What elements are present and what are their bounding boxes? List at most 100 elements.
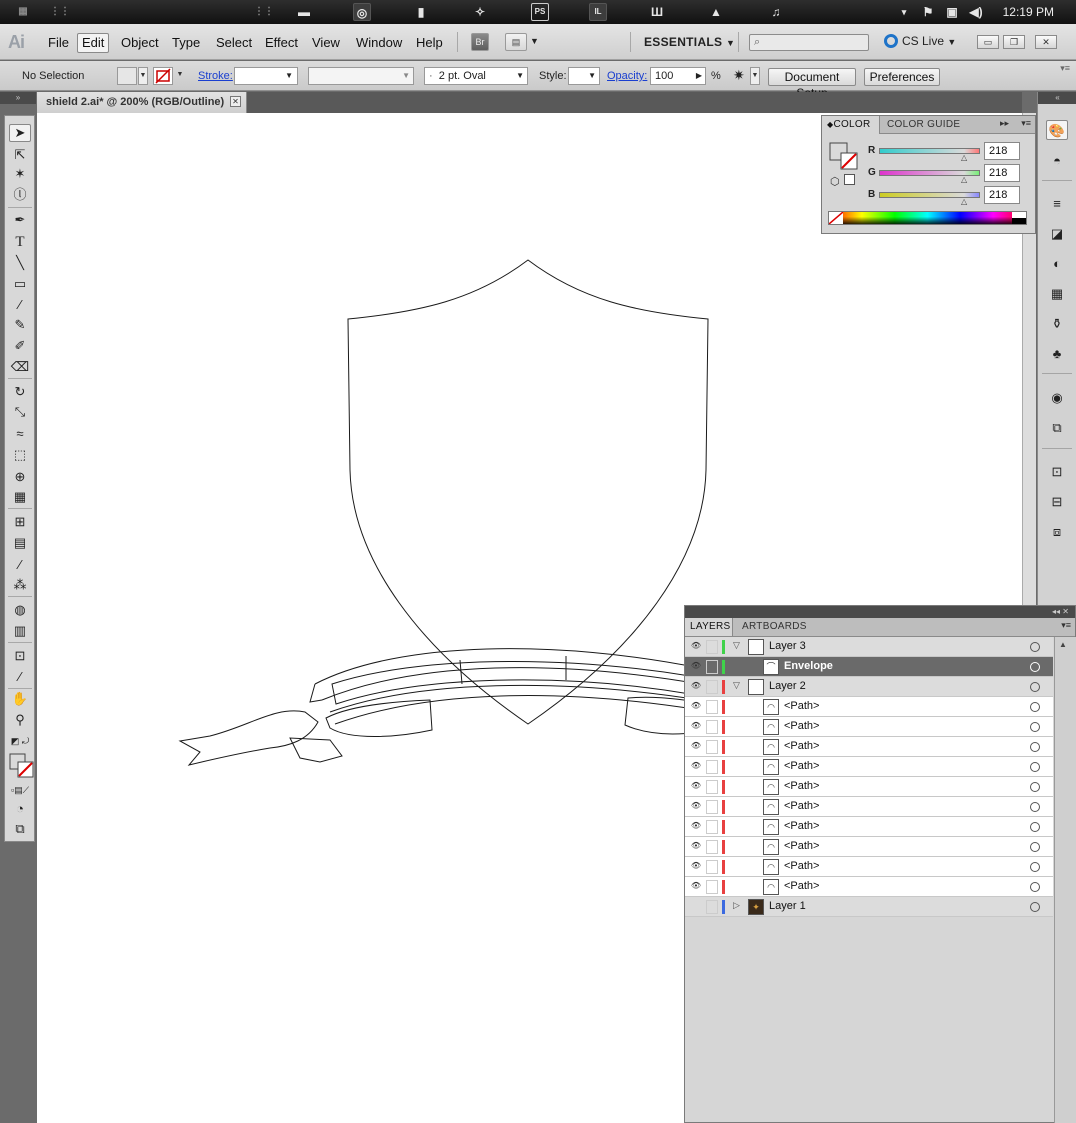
collapse-triangle-icon[interactable]: ▽ [733, 640, 740, 651]
color-fill-stroke-swatch[interactable] [829, 142, 859, 170]
magic-wand-tool-icon[interactable]: ✶ [9, 165, 31, 183]
target-circle-icon[interactable] [1030, 902, 1040, 912]
rectangle-tool-icon[interactable]: ▭ [9, 275, 31, 293]
variable-width-field[interactable]: ▼ [308, 67, 414, 85]
drawing-mode-icon[interactable]: ◔ [9, 800, 31, 818]
visibility-eye-icon[interactable]: 👁 [689, 641, 703, 653]
lock-toggle[interactable] [706, 720, 718, 734]
scale-tool-icon[interactable]: ⤡ [9, 403, 31, 421]
lock-toggle[interactable] [706, 820, 718, 834]
pen-tool-icon[interactable]: ✒ [9, 211, 31, 229]
target-circle-icon[interactable] [1030, 702, 1040, 712]
screen-mode-icon[interactable]: ⧉ [9, 820, 31, 838]
start-grid-icon[interactable]: ▦ [14, 3, 32, 21]
mesh-tool-icon[interactable]: ⊞ [9, 513, 31, 531]
lock-toggle[interactable] [706, 660, 718, 674]
symbols-panel-icon[interactable]: ♣ [1046, 344, 1068, 364]
hand-tool-icon[interactable]: ✋ [9, 690, 31, 708]
green-value[interactable]: 218 [984, 164, 1020, 182]
visibility-eye-icon[interactable]: 👁 [689, 661, 703, 673]
swatches-panel-icon[interactable]: ▦ [1046, 284, 1068, 304]
stroke-none-swatch[interactable] [153, 67, 173, 85]
color-spectrum[interactable] [828, 211, 1027, 225]
stroke-weight-field[interactable]: ▼ [234, 67, 298, 85]
brushes-panel-icon[interactable]: ⚱ [1046, 314, 1068, 334]
scroll-up-icon[interactable]: ▲ [1059, 640, 1067, 649]
red-thumb[interactable]: △ [961, 153, 967, 162]
direct-selection-tool-icon[interactable]: ⇱ [9, 146, 31, 164]
blue-value[interactable]: 218 [984, 186, 1020, 204]
visibility-eye-icon[interactable]: 👁 [689, 861, 703, 873]
tray-expand-icon[interactable]: ▾ [895, 3, 913, 21]
close-icon[interactable]: ✕ [230, 96, 241, 107]
visibility-eye-icon[interactable]: 👁 [689, 881, 703, 893]
lock-toggle[interactable] [706, 880, 718, 894]
menu-effect[interactable]: Effect [261, 33, 302, 53]
visibility-eye-icon[interactable]: 👁 [689, 721, 703, 733]
opacity-panel-link[interactable]: Opacity: [607, 70, 647, 82]
collapse-triangle-icon[interactable]: ▽ [733, 680, 740, 691]
zoom-tool-icon[interactable]: ⚲ [9, 711, 31, 729]
target-circle-icon[interactable] [1030, 862, 1040, 872]
restore-button[interactable]: ❐ [1003, 35, 1025, 49]
photoshop-icon[interactable]: PS [531, 3, 549, 21]
free-transform-tool-icon[interactable]: ⬚ [9, 446, 31, 464]
target-circle-icon[interactable] [1030, 782, 1040, 792]
menu-object[interactable]: Object [117, 33, 163, 53]
perspective-grid-tool-icon[interactable]: ▦ [9, 488, 31, 506]
search-input[interactable]: ⌕ [749, 34, 869, 51]
eyedropper-tool-icon[interactable]: ⁄ [9, 556, 31, 574]
target-circle-icon[interactable] [1030, 642, 1040, 652]
unity-icon[interactable]: Ш [648, 3, 666, 21]
green-thumb[interactable]: △ [961, 175, 967, 184]
sublayer-row[interactable]: 👁 ⌒ Envelope [685, 657, 1053, 677]
music-icon[interactable]: ♫ [767, 3, 785, 21]
column-graph-tool-icon[interactable]: ▥ [9, 622, 31, 640]
visibility-eye-icon[interactable]: 👁 [689, 681, 703, 693]
layer-row[interactable]: ▷ ✦ Layer 1 [685, 897, 1053, 917]
eraser-tool-icon[interactable]: ⌫ [9, 358, 31, 376]
target-circle-icon[interactable] [1030, 722, 1040, 732]
file-icon[interactable]: ▮ [412, 3, 430, 21]
sublayer-row[interactable]: 👁 ◠ <Path> [685, 737, 1053, 757]
panel-menu-icon[interactable]: ▾≡ [1061, 620, 1071, 631]
red-value[interactable]: 218 [984, 142, 1020, 160]
black-swatch[interactable] [1012, 218, 1026, 224]
lock-toggle[interactable] [706, 760, 718, 774]
sublayer-row[interactable]: 👁 ◠ <Path> [685, 817, 1053, 837]
color-panel-icon[interactable]: 🎨 [1046, 120, 1068, 140]
lock-toggle[interactable] [706, 900, 718, 914]
flow-icon[interactable]: ✧ [471, 3, 489, 21]
lock-toggle[interactable] [706, 840, 718, 854]
warp-tool-icon[interactable]: ≈ [9, 425, 31, 443]
brush-field[interactable]: · 2 pt. Oval ▼ [424, 67, 528, 85]
target-circle-icon[interactable] [1030, 742, 1040, 752]
swap-fill-stroke-icon[interactable]: ◩ ⤾ [9, 732, 31, 750]
gradient-tool-icon[interactable]: ▤ [9, 534, 31, 552]
visibility-eye-icon[interactable]: 👁 [689, 781, 703, 793]
artboard-tool-icon[interactable]: ⊡ [9, 647, 31, 665]
close-window-button[interactable]: ✕ [1035, 35, 1057, 49]
menu-edit[interactable]: Edit [77, 33, 110, 53]
layer-row[interactable]: 👁 ▽ Layer 3 [685, 637, 1053, 657]
lock-toggle[interactable] [706, 800, 718, 814]
transparency-panel-icon[interactable]: ◐ [1046, 254, 1068, 274]
cslive-menu[interactable]: CS Live ▼ [884, 34, 956, 48]
gradient-panel-icon[interactable]: ◪ [1046, 224, 1068, 244]
blue-thumb[interactable]: △ [961, 197, 967, 206]
lock-toggle[interactable] [706, 860, 718, 874]
fill-dropdown-icon[interactable]: ▼ [138, 67, 148, 85]
appearance-panel-icon[interactable]: ⧉ [1046, 418, 1068, 438]
slice-tool-icon[interactable]: ⁄ [9, 668, 31, 686]
chrome-icon[interactable]: ◎ [353, 3, 371, 21]
stroke-panel-link[interactable]: Stroke: [198, 70, 233, 82]
menu-select[interactable]: Select [212, 33, 256, 53]
dock-collapse-icon[interactable]: « [1038, 92, 1076, 104]
lock-toggle[interactable] [706, 680, 718, 694]
sublayer-row[interactable]: 👁 ◠ <Path> [685, 837, 1053, 857]
visibility-eye-icon[interactable]: 👁 [689, 741, 703, 753]
arrange-dropdown-icon[interactable]: ▼ [530, 36, 539, 46]
blend-tool-icon[interactable]: ⁂ [9, 576, 31, 594]
web-safe-swatch[interactable] [844, 174, 855, 185]
volume-icon[interactable]: ◀) [967, 3, 985, 21]
